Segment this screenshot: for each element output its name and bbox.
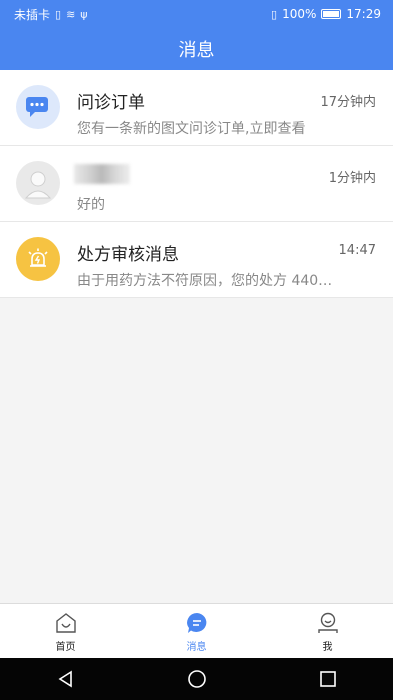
tab-label: 我 bbox=[322, 641, 333, 653]
page-header: 消息 bbox=[0, 28, 393, 70]
message-title: 问诊订单 bbox=[77, 93, 145, 113]
message-preview: 好的 bbox=[77, 197, 105, 213]
vibrate-icon: ▯ bbox=[271, 7, 278, 21]
chat-icon bbox=[16, 85, 60, 129]
blurred-sender-name bbox=[74, 164, 130, 184]
user-avatar-icon bbox=[16, 161, 60, 205]
back-triangle-icon bbox=[58, 670, 72, 688]
message-time: 1分钟内 bbox=[328, 171, 376, 186]
back-button[interactable] bbox=[46, 664, 86, 694]
message-time: 17分钟内 bbox=[320, 95, 376, 110]
home-icon bbox=[55, 612, 76, 633]
message-list: 问诊订单 17分钟内 您有一条新的图文问诊订单,立即查看 1分钟内 好的 处方审… bbox=[0, 70, 393, 298]
tab-label: 首页 bbox=[55, 641, 76, 653]
sim-icon: ▯ bbox=[55, 7, 62, 21]
message-icon bbox=[186, 612, 206, 633]
status-bar: 未插卡 ▯ ≋ ψ ▯ 100% 17:29 bbox=[0, 0, 393, 28]
alarm-icon bbox=[16, 237, 60, 281]
usb-icon: ψ bbox=[80, 7, 88, 21]
home-button[interactable] bbox=[177, 664, 217, 694]
message-item-prescription-review[interactable]: 处方审核消息 14:47 由于用药方法不符原因，您的处方 440… bbox=[0, 222, 393, 298]
status-right: ▯ 100% 17:29 bbox=[271, 7, 381, 21]
tab-messages[interactable]: 消息 bbox=[131, 604, 262, 659]
message-item-patient[interactable]: 1分钟内 好的 bbox=[0, 146, 393, 222]
tab-me[interactable]: 我 bbox=[262, 604, 393, 659]
carrier-text: 未插卡 bbox=[14, 7, 51, 22]
home-circle-icon bbox=[187, 670, 206, 688]
bottom-tab-bar: 首页 消息 我 bbox=[0, 603, 393, 659]
battery-icon bbox=[321, 9, 342, 19]
recents-square-icon bbox=[319, 671, 336, 687]
tab-home[interactable]: 首页 bbox=[0, 604, 131, 659]
status-time: 17:29 bbox=[346, 7, 381, 21]
recents-button[interactable] bbox=[308, 664, 348, 694]
tab-label: 消息 bbox=[186, 641, 207, 653]
system-nav-bar bbox=[0, 658, 393, 700]
message-preview: 您有一条新的图文问诊订单,立即查看 bbox=[77, 121, 306, 137]
message-time: 14:47 bbox=[338, 243, 376, 258]
profile-icon bbox=[317, 612, 338, 633]
status-left: 未插卡 ▯ ≋ ψ bbox=[14, 6, 88, 23]
battery-percent: 100% bbox=[282, 7, 317, 21]
message-item-consult-order[interactable]: 问诊订单 17分钟内 您有一条新的图文问诊订单,立即查看 bbox=[0, 70, 393, 146]
wifi-icon: ≋ bbox=[66, 7, 76, 21]
page-title: 消息 bbox=[178, 40, 215, 61]
message-preview: 由于用药方法不符原因，您的处方 440… bbox=[77, 273, 333, 289]
message-title: 处方审核消息 bbox=[77, 245, 179, 265]
